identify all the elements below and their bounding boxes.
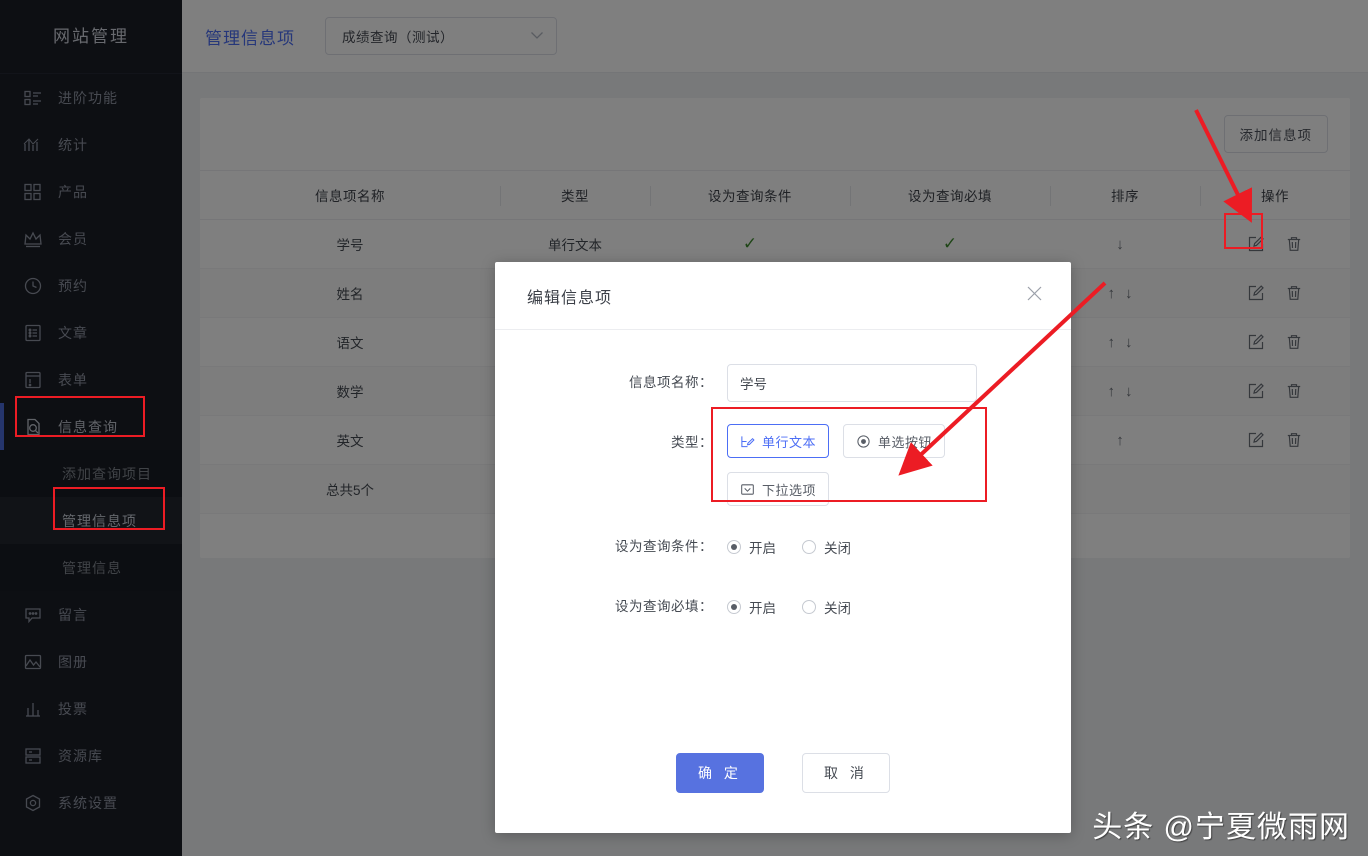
- radio-label: 关闭: [824, 541, 851, 556]
- field-row-type: 类型： 单行文本 单选按钮 下拉选项: [495, 407, 1071, 506]
- name-input[interactable]: [727, 364, 977, 402]
- field-row-required: 设为查询必填： 开启 关闭: [495, 588, 1071, 626]
- radio-dot-icon: [727, 600, 741, 614]
- modal-title: 编辑信息项: [527, 289, 613, 307]
- modal-footer: 确 定 取 消: [495, 713, 1071, 833]
- required-radio-off[interactable]: 关闭: [802, 597, 851, 617]
- required-radio-group: 开启 关闭: [727, 588, 851, 626]
- cancel-button[interactable]: 取 消: [802, 753, 890, 793]
- modal-header: 编辑信息项: [495, 262, 1071, 330]
- radio-dot-icon: [802, 600, 816, 614]
- condition-radio-group: 开启 关闭: [727, 528, 851, 566]
- type-option-single-line-text[interactable]: 单行文本: [727, 424, 830, 458]
- required-field-label: 设为查询必填：: [615, 599, 713, 614]
- type-option-label: 下拉选项: [762, 482, 817, 498]
- watermark: 头条 @宁夏微雨网: [1092, 811, 1350, 844]
- type-option-group: 单行文本 单选按钮 下拉选项: [727, 424, 977, 506]
- radio-label: 关闭: [824, 601, 851, 616]
- name-field-label: 信息项名称：: [629, 375, 713, 390]
- confirm-button[interactable]: 确 定: [676, 753, 764, 793]
- type-option-label: 单行文本: [762, 434, 817, 450]
- field-row-name: 信息项名称：: [495, 364, 1071, 402]
- dropdown-icon: [740, 482, 755, 497]
- required-radio-on[interactable]: 开启: [727, 597, 776, 617]
- radio-dot-icon: [727, 540, 741, 554]
- condition-field-label: 设为查询条件：: [615, 539, 713, 554]
- type-option-radio-button[interactable]: 单选按钮: [843, 424, 946, 458]
- condition-radio-on[interactable]: 开启: [727, 537, 776, 557]
- radio-label: 开启: [749, 541, 776, 556]
- radio-dot-icon: [802, 540, 816, 554]
- app-root: 网站管理 进阶功能 统计: [0, 0, 1368, 856]
- type-option-dropdown[interactable]: 下拉选项: [727, 472, 830, 506]
- radio-label: 开启: [749, 601, 776, 616]
- single-line-text-icon: [740, 434, 755, 449]
- condition-radio-off[interactable]: 关闭: [802, 537, 851, 557]
- type-option-label: 单选按钮: [878, 434, 933, 450]
- close-icon[interactable]: [1022, 281, 1047, 310]
- field-row-condition: 设为查询条件： 开启 关闭: [495, 528, 1071, 566]
- radio-button-icon: [856, 434, 871, 449]
- edit-info-item-modal: 编辑信息项 信息项名称： 类型：: [495, 262, 1071, 833]
- modal-body: 信息项名称： 类型：: [495, 330, 1071, 626]
- type-field-label: 类型：: [671, 435, 713, 450]
